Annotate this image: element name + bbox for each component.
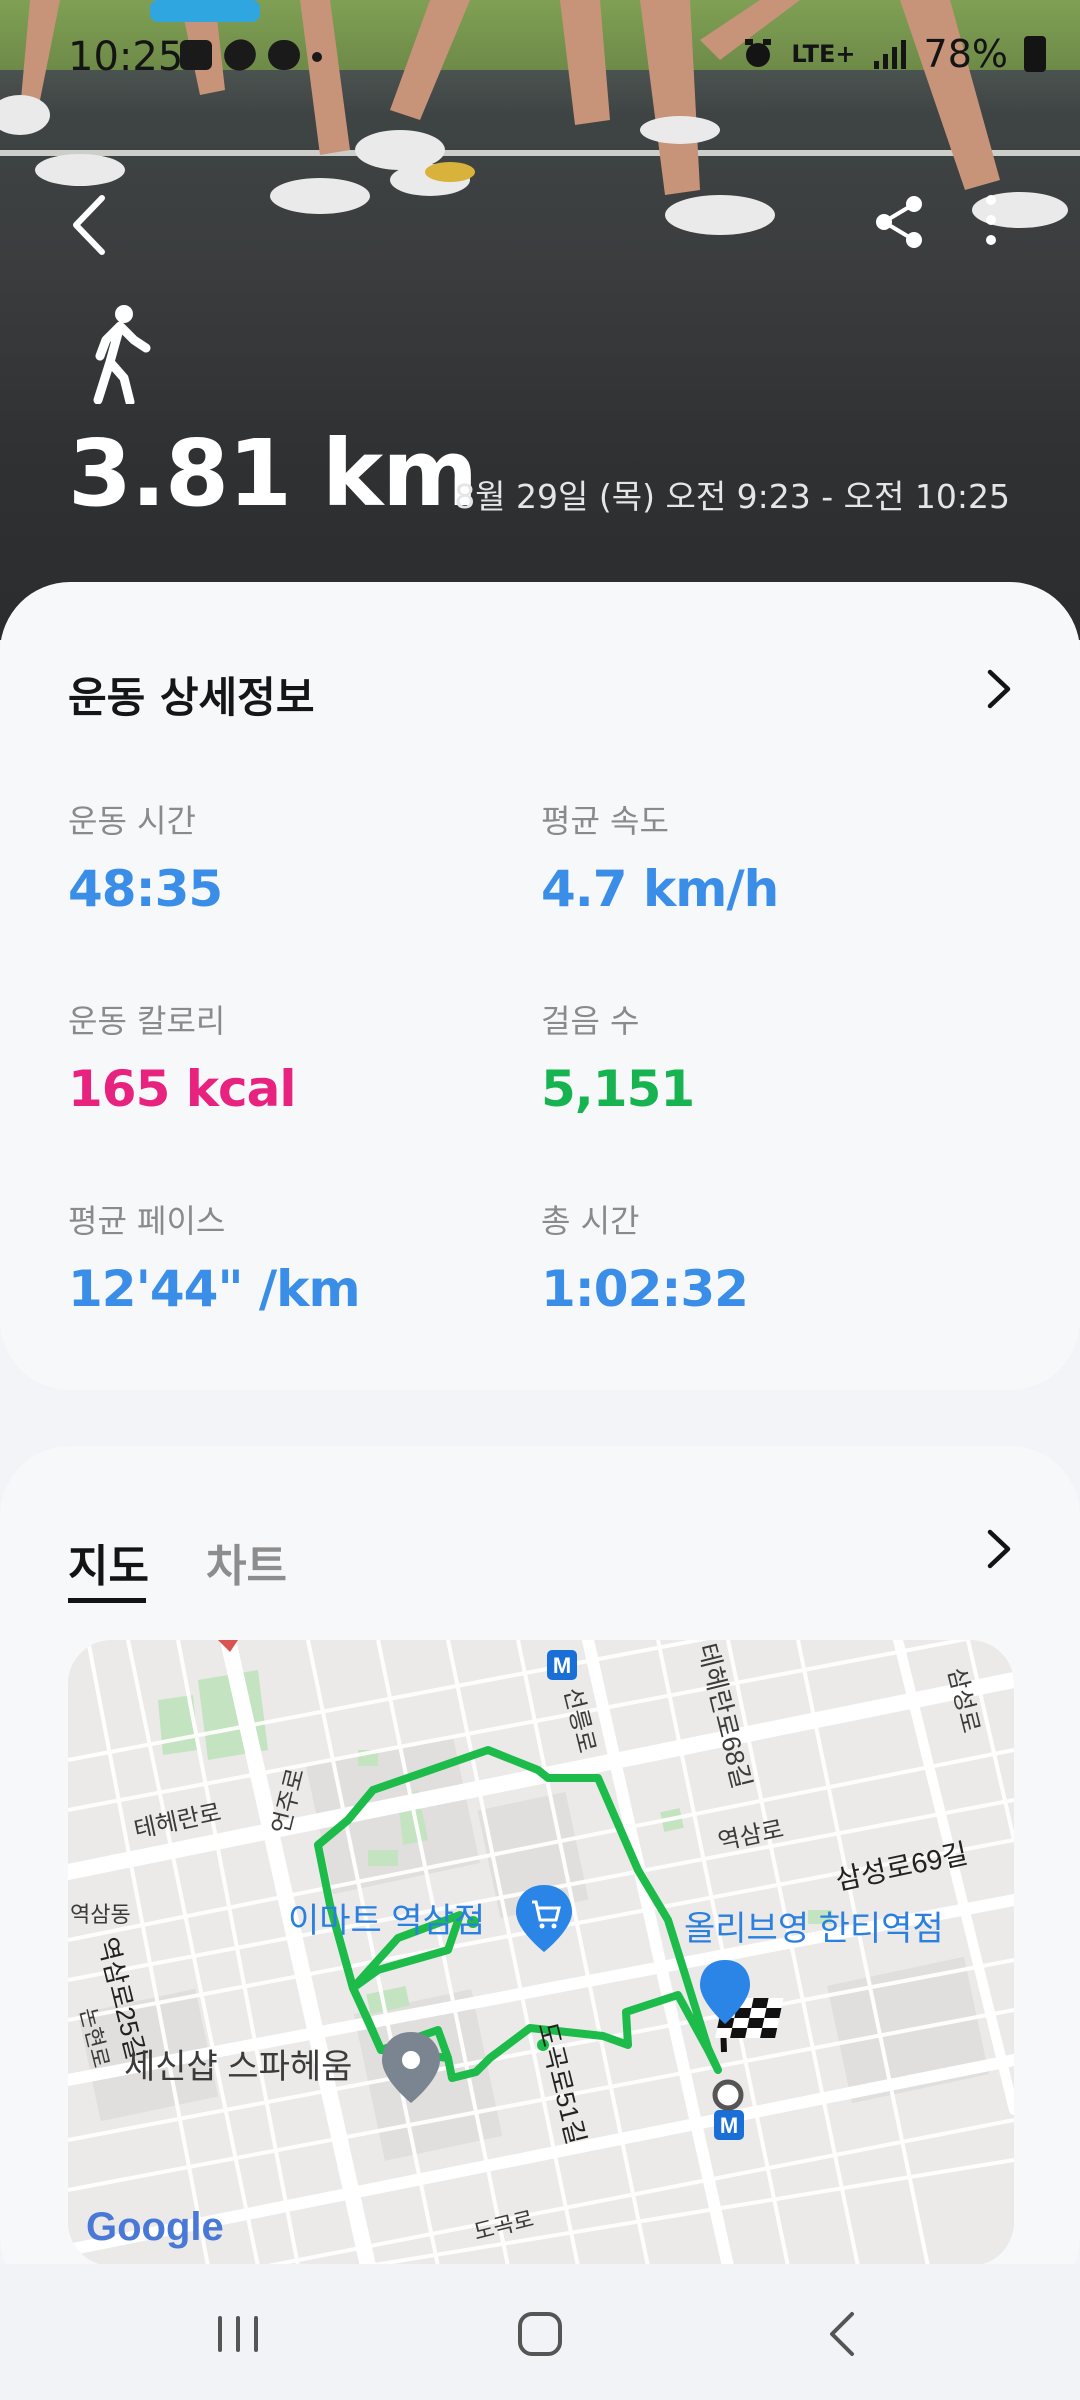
home-button[interactable]	[500, 2304, 580, 2364]
map-chart-card: 지도 차트 M M 테헤란로 언주로 선릉로 테헤란로68길 삼성로 역삼로 삼…	[0, 1446, 1080, 2306]
back-button[interactable]	[62, 190, 122, 260]
workout-details-card: 운동 상세정보 운동 시간 48:35 평균 속도 4.7 km/h 운동 칼로…	[0, 582, 1080, 1390]
stat-calories: 운동 칼로리 165 kcal	[68, 996, 297, 1118]
stat-avg-speed: 평균 속도 4.7 km/h	[541, 796, 779, 918]
battery-percent: 78%	[923, 32, 1008, 76]
alarm-icon	[745, 39, 772, 67]
details-title: 운동 상세정보	[68, 673, 315, 722]
label-oliveyoung: 올리브영 한티역점	[684, 1910, 944, 1948]
svg-text:M: M	[720, 2113, 738, 2138]
map-canvas: M M 테헤란로 언주로 선릉로 테헤란로68길 삼성로 역삼로 삼성로69길 …	[68, 1640, 1014, 2266]
google-logo: Google	[86, 2205, 224, 2249]
label-emart: 이마트 역삼점	[288, 1902, 485, 1940]
workout-date-range: 8월 29일 (목) 오전 9:23 - 오전 10:25	[454, 477, 1010, 516]
stat-label: 운동 시간	[68, 802, 196, 840]
label-yeoksamdong: 역삼동	[70, 1902, 131, 1927]
stat-value: 12'44" /km	[68, 1260, 361, 1318]
share-button[interactable]	[870, 192, 930, 252]
stat-steps: 걸음 수 5,151	[541, 996, 695, 1118]
nav-back-button[interactable]	[804, 2304, 884, 2364]
svg-text:M: M	[553, 1653, 571, 1678]
details-chevron-button[interactable]	[978, 664, 1018, 714]
stat-value: 5,151	[541, 1060, 695, 1118]
recent-apps-button[interactable]	[198, 2304, 278, 2364]
stat-total-time: 총 시간 1:02:32	[541, 1196, 749, 1318]
battery-icon	[1024, 36, 1046, 72]
gallery-notification-icon	[180, 40, 212, 70]
signal-icon	[873, 40, 906, 69]
status-time: 10:25	[68, 34, 184, 80]
stat-value: 4.7 km/h	[541, 860, 779, 918]
system-navigation-bar	[0, 2264, 1080, 2400]
status-bar: 10:25 LTE+ 78%	[0, 0, 1080, 110]
label-sesinsap: 세신샵 스파헤움	[124, 2048, 352, 2086]
status-right: LTE+ 78%	[741, 32, 1046, 76]
stat-value: 48:35	[68, 860, 223, 918]
walking-icon	[93, 305, 151, 404]
hero-photo: 10:25 LTE+ 78% 3.81 km 8월 29일 (목) 오전 9:2…	[0, 0, 1080, 640]
stat-label: 평균 속도	[541, 802, 669, 840]
subway-marker-bottom: M	[714, 2110, 744, 2140]
tab-map[interactable]: 지도	[68, 1530, 149, 1603]
chat-notification-icon	[268, 40, 300, 70]
route-map[interactable]: M M 테헤란로 언주로 선릉로 테헤란로68길 삼성로 역삼로 삼성로69길 …	[68, 1640, 1014, 2266]
pill-notification-icon	[218, 33, 262, 77]
screen: 10:25 LTE+ 78% 3.81 km 8월 29일 (목) 오전 9:2…	[0, 0, 1080, 2400]
stat-label: 걸음 수	[541, 1002, 640, 1040]
stat-label: 평균 페이스	[68, 1202, 226, 1240]
stat-label: 운동 칼로리	[68, 1002, 226, 1040]
stat-label: 총 시간	[541, 1202, 640, 1240]
notification-icons	[180, 33, 322, 77]
total-distance: 3.81 km	[68, 420, 478, 527]
more-options-button[interactable]	[966, 190, 1016, 250]
tab-active-indicator	[68, 1598, 146, 1603]
stat-value: 165 kcal	[68, 1060, 297, 1118]
map-chevron-button[interactable]	[978, 1524, 1018, 1574]
tab-map-label: 지도	[68, 1541, 149, 1592]
stat-avg-pace: 평균 페이스 12'44" /km	[68, 1196, 361, 1318]
network-type: LTE+	[791, 40, 856, 68]
tab-chart[interactable]: 차트	[206, 1530, 287, 1594]
tab-chart-label: 차트	[206, 1541, 287, 1592]
stat-value: 1:02:32	[541, 1260, 749, 1318]
more-notifications-icon	[312, 52, 322, 62]
subway-marker-top: M	[547, 1650, 577, 1680]
stat-workout-time: 운동 시간 48:35	[68, 796, 223, 918]
